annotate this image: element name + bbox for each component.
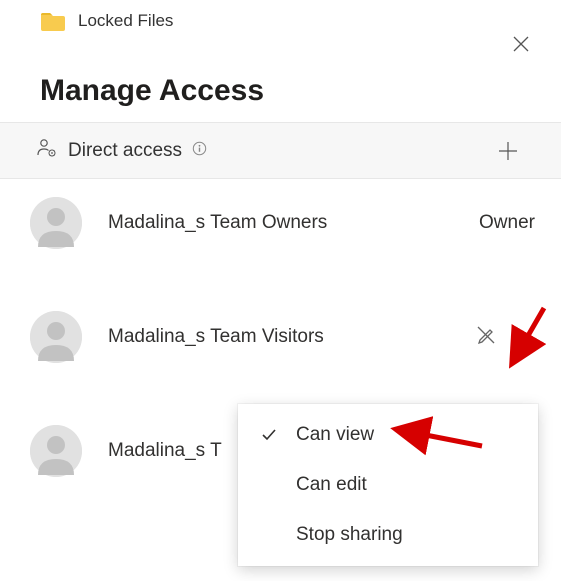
avatar [30,197,82,249]
option-label: Can view [296,424,374,446]
title-bar: Locked Files [0,0,561,36]
option-label: Stop sharing [296,524,403,546]
folder-icon [40,10,66,32]
role-label: Owner [479,212,535,234]
plus-icon [497,140,519,162]
member-name: Madalina_s Team Visitors [108,326,449,348]
page-title: Manage Access [0,36,561,122]
add-button[interactable] [495,138,521,164]
chevron-down-icon [517,326,535,344]
member-row-owners: Madalina_s Team Owners Owner [0,179,561,267]
section-title: Direct access [68,140,182,162]
info-icon[interactable] [192,141,207,161]
option-label: Can edit [296,474,367,496]
person-gear-icon [36,137,58,164]
member-name: Madalina_s Team Owners [108,212,453,234]
pencil-slash-icon [475,324,497,351]
window-title: Locked Files [78,11,173,31]
permission-dropdown-toggle[interactable] [517,326,535,349]
option-stop-sharing[interactable]: Stop sharing [238,510,538,560]
permission-dropdown: Can view Can edit Stop sharing [238,404,538,566]
close-button[interactable] [507,30,535,58]
close-icon [512,35,530,53]
option-can-view[interactable]: Can view [238,410,538,460]
check-icon [260,427,278,443]
avatar [30,425,82,477]
member-row-visitors: Madalina_s Team Visitors [0,267,561,381]
avatar [30,311,82,363]
option-can-edit[interactable]: Can edit [238,460,538,510]
direct-access-header: Direct access [0,122,561,179]
